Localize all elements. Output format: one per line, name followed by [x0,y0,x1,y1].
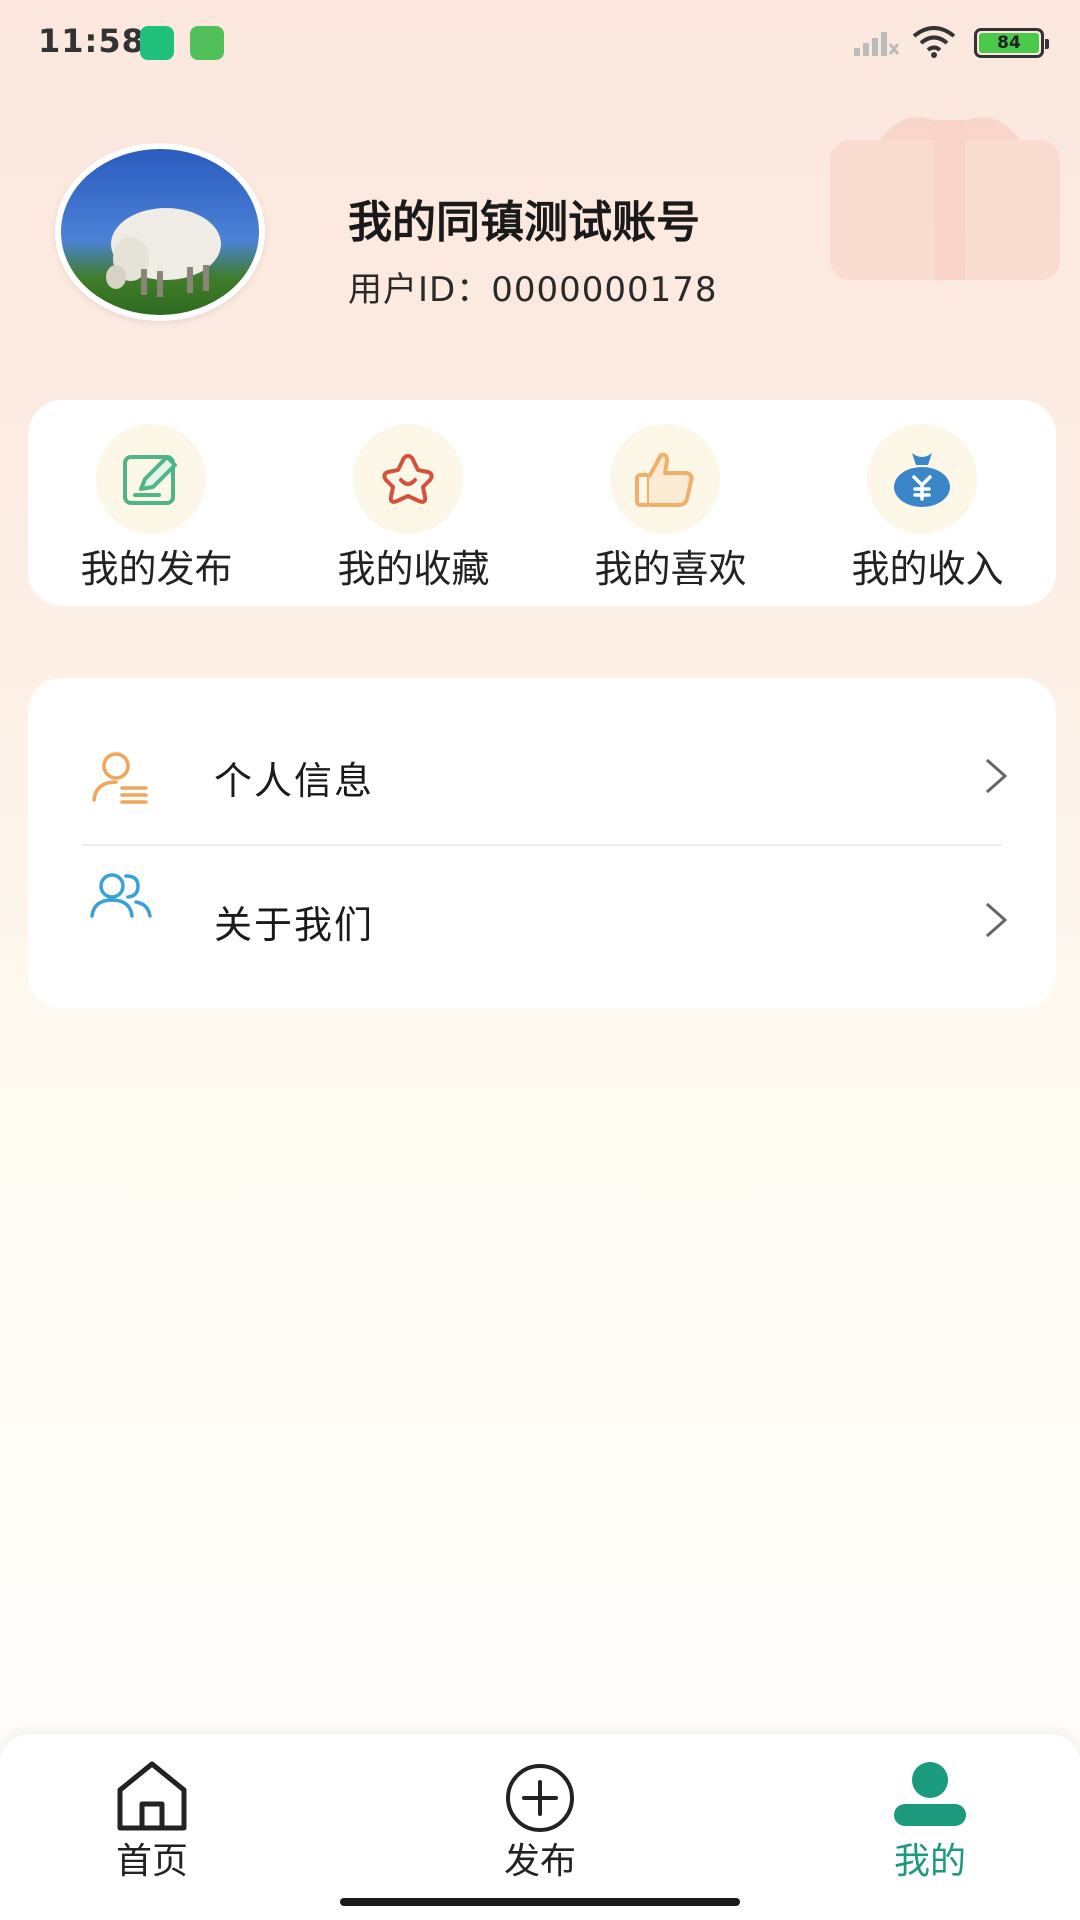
gift-ribbon-decoration [830,117,1060,280]
edit-icon [123,455,177,505]
quick-action-my-income[interactable]: 我的收入 [799,400,1056,606]
quick-action-my-posts[interactable]: 我的发布 [28,400,285,606]
nav-label: 首页 [115,1841,188,1882]
quick-action-label: 我的喜欢 [594,547,747,591]
home-indicator [340,1898,740,1906]
menu-item-personal-info[interactable]: 个人信息 [28,678,1056,822]
quick-action-icon-bg [867,424,977,534]
status-right: 84 [854,24,1049,64]
quick-action-icon-bg [96,424,206,534]
menu-card: 个人信息 关于我们 [28,678,1056,1008]
nav-label: 发布 [503,1841,576,1882]
wifi-icon [912,26,956,58]
battery-indicator: 84 [974,28,1049,58]
menu-item-label: 个人信息 [214,759,375,803]
users-icon [90,873,152,918]
avatar[interactable] [55,143,265,321]
quick-action-label: 我的收入 [851,547,1004,591]
quick-action-label: 我的收藏 [337,547,490,591]
menu-item-about-us[interactable]: 关于我们 [28,824,1056,968]
chevron-right-icon [986,758,1008,794]
sheep-avatar-image [106,208,221,297]
nav-tab-mine[interactable]: 我的 [810,1734,1050,1894]
money-bag-icon [894,453,950,507]
nav-tab-home[interactable]: 首页 [32,1734,272,1894]
battery-cap [1045,39,1049,49]
quick-action-icon-bg [353,424,463,534]
app-notification-icon-2 [190,26,224,60]
plus-circle-icon [506,1764,574,1832]
home-icon [117,1761,187,1831]
quick-action-icon-bg [610,424,720,534]
profile-name: 我的同镇测试账号 [348,197,700,248]
battery-level: 84 [979,33,1039,53]
menu-item-label: 关于我们 [214,903,375,947]
star-icon [382,454,434,504]
nav-label: 我的 [893,1841,966,1882]
profile-user-id: 用户ID：0000000178 [348,270,718,310]
chevron-right-icon [986,902,1008,938]
bottom-nav: 首页 发布 我的 [0,1734,1080,1920]
signal-icon [854,32,900,56]
quick-action-my-favorites[interactable]: 我的收藏 [285,400,542,606]
quick-action-my-likes[interactable]: 我的喜欢 [542,400,799,606]
nav-tab-publish[interactable]: 发布 [420,1734,660,1894]
quick-action-label: 我的发布 [80,547,233,591]
user-icon [894,1762,966,1826]
person-info-icon [92,752,148,804]
status-time: 11:58 [38,22,145,60]
status-bar: 11:58 84 [0,0,1080,84]
quick-actions-card: 我的发布 我的收藏 我的喜欢 我的收入 [28,400,1056,606]
thumbs-up-icon [635,452,694,507]
app-notification-icon [140,26,174,60]
